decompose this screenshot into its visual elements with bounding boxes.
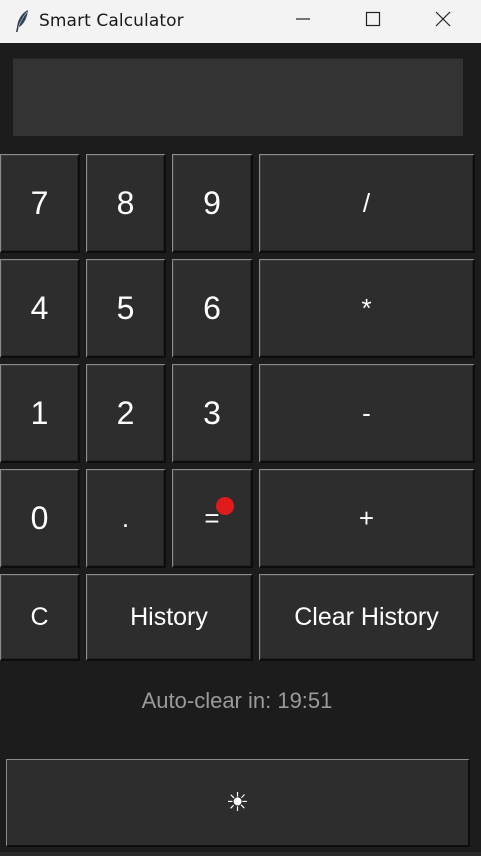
window-bottom-border xyxy=(0,852,481,856)
sun-icon: ☀ xyxy=(225,787,250,817)
calculator-display[interactable] xyxy=(13,58,463,136)
digit-4-button[interactable]: 4 xyxy=(0,259,80,358)
history-button[interactable]: History xyxy=(86,574,253,661)
decimal-button[interactable]: . xyxy=(86,469,166,568)
auto-clear-status: Auto-clear in: 19:51 xyxy=(141,688,333,713)
minimize-icon xyxy=(295,11,311,32)
title-bar[interactable]: Smart Calculator xyxy=(0,0,481,43)
theme-toggle-button[interactable]: ☀ xyxy=(6,759,470,847)
digit-3-button[interactable]: 3 xyxy=(172,364,253,463)
digit-7-button[interactable]: 7 xyxy=(0,154,80,253)
minimize-button[interactable] xyxy=(268,0,338,43)
close-icon xyxy=(434,10,452,33)
digit-2-button[interactable]: 2 xyxy=(86,364,166,463)
digit-0-button[interactable]: 0 xyxy=(0,469,80,568)
status-indicator-dot xyxy=(216,497,234,515)
clear-history-button[interactable]: Clear History xyxy=(259,574,475,661)
calculator-window: Smart Calculator 7 8 9 / 4 5 6 * 1 2 3 -… xyxy=(0,0,481,856)
add-button[interactable]: + xyxy=(259,469,475,568)
digit-9-button[interactable]: 9 xyxy=(172,154,253,253)
multiply-button[interactable]: * xyxy=(259,259,475,358)
divide-button[interactable]: / xyxy=(259,154,475,253)
digit-8-button[interactable]: 8 xyxy=(86,154,166,253)
subtract-button[interactable]: - xyxy=(259,364,475,463)
window-title: Smart Calculator xyxy=(39,11,184,31)
equals-button[interactable]: = xyxy=(172,469,253,568)
maximize-icon xyxy=(365,11,381,32)
clear-button[interactable]: C xyxy=(0,574,80,661)
digit-1-button[interactable]: 1 xyxy=(0,364,80,463)
digit-6-button[interactable]: 6 xyxy=(172,259,253,358)
digit-5-button[interactable]: 5 xyxy=(86,259,166,358)
close-button[interactable] xyxy=(408,0,478,43)
feather-icon xyxy=(14,9,30,33)
maximize-button[interactable] xyxy=(338,0,408,43)
